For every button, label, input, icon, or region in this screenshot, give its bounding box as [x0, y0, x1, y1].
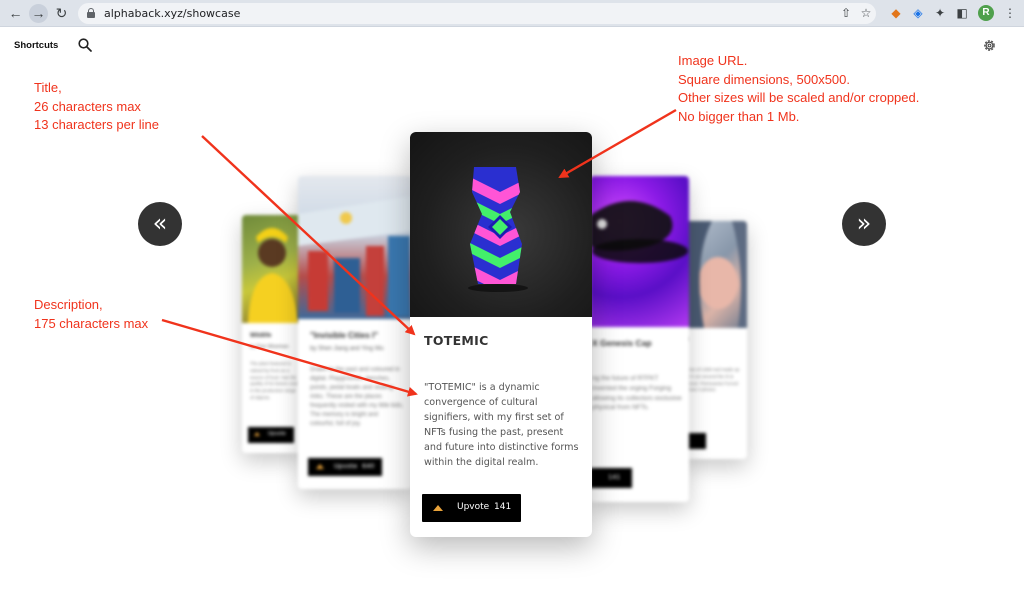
annotation-line: Square dimensions, 500x500.: [678, 71, 851, 87]
upvote-count: 141: [494, 502, 512, 512]
annotation-title: Title, 26 characters max 13 characters p…: [34, 79, 159, 135]
extensions-puzzle-icon[interactable]: ✦: [932, 5, 948, 21]
double-chevron-right-icon: »: [856, 209, 872, 237]
forward-icon[interactable]: →: [29, 4, 48, 23]
upvote-label: Upvote: [268, 431, 286, 437]
share-icon[interactable]: ⇧: [838, 5, 854, 21]
tag-extension-icon[interactable]: ◈: [910, 5, 926, 21]
carousel-prev-button[interactable]: «: [138, 202, 182, 246]
carousel-next-button[interactable]: »: [842, 202, 886, 246]
annotation-line: 26 characters max: [34, 98, 141, 114]
upvote-button[interactable]: 141: [590, 468, 632, 488]
double-chevron-left-icon: «: [152, 209, 168, 237]
annotation-line: No bigger than 1 Mb.: [678, 108, 800, 124]
card-subtitle: by Shen Jiang and Ying Wu: [310, 346, 384, 352]
card-image: [410, 132, 592, 317]
settings-gear-icon[interactable]: [982, 38, 997, 53]
card-description: The plant featured is valued by front as…: [250, 361, 300, 400]
carousel-card-left[interactable]: "Invisible Cities I" by Shen Jiang and Y…: [298, 176, 412, 489]
annotation-line: 13 characters per line: [34, 117, 160, 132]
profile-avatar[interactable]: R: [978, 5, 994, 21]
card-description: ction of 1369 ned made up of 4 ure aroun…: [686, 367, 740, 393]
back-icon[interactable]: ←: [6, 4, 25, 23]
carousel-card-main[interactable]: TOTEMIC "TOTEMIC" is a dynamic convergen…: [410, 132, 592, 537]
upvote-label: Upvote: [457, 502, 490, 512]
card-image: [682, 221, 747, 328]
card-title: X Genesis Cap: [592, 338, 652, 348]
browser-menu-icon[interactable]: ⋮: [1002, 5, 1018, 21]
browser-toolbar: ← → ↻ alphaback.xyz/showcase ⇧ ☆ ◆ ◈ ✦ ◧…: [0, 0, 1024, 27]
card-title: TOTEMIC: [424, 333, 489, 348]
annotation-line: 175 characters max: [34, 315, 149, 331]
upvote-count: 640: [362, 462, 375, 470]
card-description: Drawn to the past and coloured in digita…: [310, 367, 404, 427]
card-description: ng the future of RTFKT invented the orgi…: [592, 375, 682, 412]
card-subtitle: by Fion Wiseman: [250, 344, 289, 350]
lock-icon: [87, 8, 95, 18]
upvote-arrow-icon: [254, 432, 260, 436]
carousel-card-far-right[interactable]: t ction of 1369 ned made up of 4 ure aro…: [682, 221, 747, 459]
carousel-card-far-left[interactable]: Wildlife by Fion Wiseman The plant featu…: [242, 215, 304, 453]
carousel-card-right[interactable]: X Genesis Cap ng the future of RTFKT inv…: [590, 176, 689, 502]
annotation-line: Description,: [34, 297, 103, 312]
card-image: [298, 176, 412, 319]
annotation-line: Other sizes will be scaled and/or croppe…: [678, 90, 920, 105]
card-description: "TOTEMIC" is a dynamic convergence of cu…: [424, 382, 579, 468]
upvote-button[interactable]: Upvote 141: [422, 494, 521, 522]
annotation-image: Image URL. Square dimensions, 500x500. O…: [678, 52, 919, 126]
card-title: "Invisible Cities I": [310, 331, 379, 340]
upvote-button[interactable]: Upvote: [248, 427, 294, 443]
upvote-arrow-icon: [316, 464, 324, 469]
upvote-count: 141: [608, 473, 621, 481]
upvote-label: Upvote: [334, 462, 358, 470]
card-title: Wildlife: [250, 333, 272, 339]
card-image: [590, 176, 689, 327]
address-bar[interactable]: alphaback.xyz/showcase: [78, 3, 876, 24]
shortcuts-link[interactable]: Shortcuts: [14, 40, 58, 51]
annotation-line: Image URL.: [678, 53, 748, 68]
card-image: [242, 215, 304, 323]
search-icon[interactable]: [78, 38, 92, 52]
reload-icon[interactable]: ↻: [52, 4, 71, 23]
upvote-arrow-icon: [433, 505, 443, 511]
upvote-button[interactable]: Upvote 640: [308, 458, 382, 476]
metamask-extension-icon[interactable]: ◆: [888, 5, 904, 21]
annotation-line: Title,: [34, 80, 62, 95]
side-panel-icon[interactable]: ◧: [954, 5, 970, 21]
annotation-description: Description, 175 characters max: [34, 296, 148, 333]
bookmark-star-icon[interactable]: ☆: [858, 5, 874, 21]
url-text: alphaback.xyz/showcase: [104, 7, 241, 20]
